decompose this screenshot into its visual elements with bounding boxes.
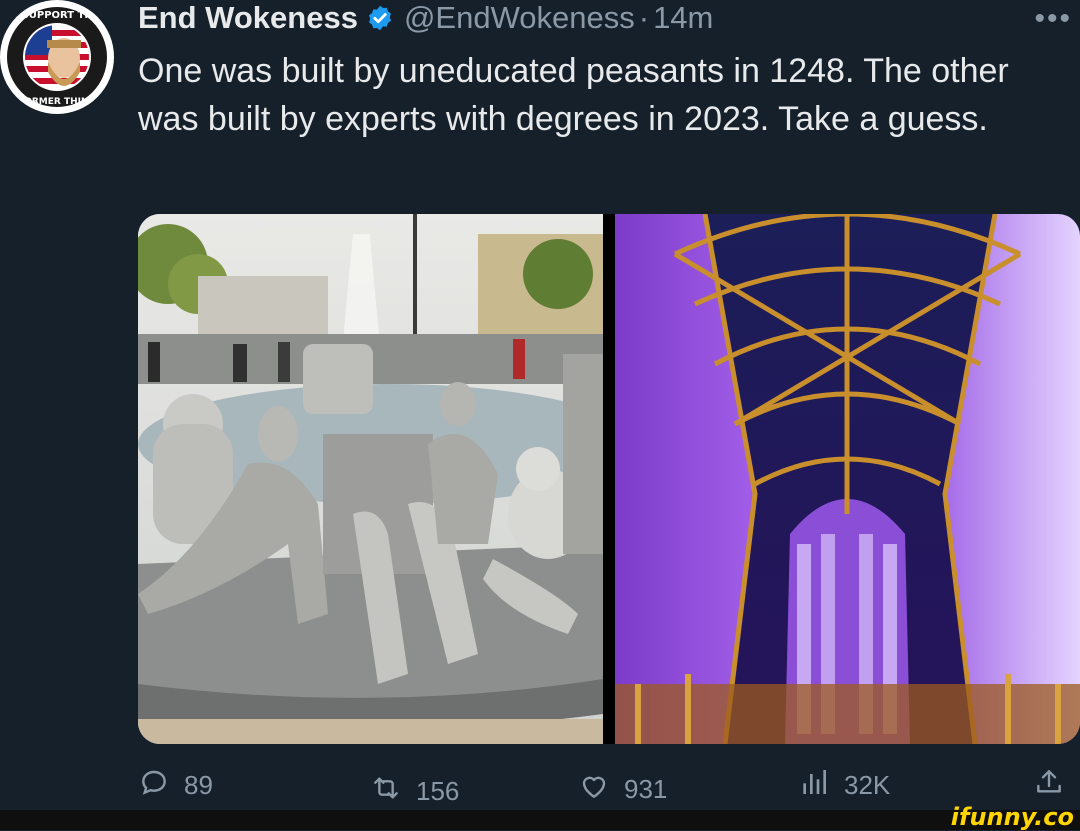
reply-icon	[138, 766, 170, 805]
svg-text:I SUPPORT THE: I SUPPORT THE	[14, 10, 99, 21]
modern-sculpture-photo[interactable]	[138, 214, 603, 744]
heart-icon	[578, 770, 610, 809]
retweet-icon	[370, 772, 402, 811]
tweet-header: End Wokeness @EndWokeness · 14m	[138, 0, 713, 36]
gothic-chapel-photo[interactable]	[615, 214, 1080, 744]
retweet-count: 156	[416, 776, 460, 806]
avatar-logo-icon: I SUPPORT THE FORMER THING	[1, 1, 113, 113]
share-button[interactable]	[1033, 766, 1065, 805]
separator-dot: ·	[638, 0, 650, 35]
watermark-bar	[0, 810, 1080, 830]
views-button[interactable]: 32K	[798, 766, 890, 805]
reply-count: 89	[184, 770, 213, 800]
author-handle[interactable]: @EndWokeness	[404, 0, 635, 36]
verified-badge-icon	[366, 4, 394, 32]
author-display-name[interactable]: End Wokeness	[138, 0, 358, 36]
tweet-text: One was built by uneducated peasants in …	[138, 52, 1009, 138]
retweet-button[interactable]: 156	[370, 772, 459, 811]
views-icon	[798, 766, 830, 805]
tweet-action-bar: 89 156 931 32K	[138, 766, 1080, 814]
tweet-timestamp[interactable]: 14m	[653, 0, 713, 36]
like-button[interactable]: 931	[578, 770, 667, 809]
share-icon	[1033, 766, 1065, 805]
more-icon[interactable]: •••	[1034, 2, 1072, 36]
ifunny-watermark: ifunny.co	[950, 803, 1074, 831]
author-avatar[interactable]: I SUPPORT THE FORMER THING	[0, 0, 114, 114]
reply-button[interactable]: 89	[138, 766, 213, 805]
tweet-media[interactable]	[138, 214, 1080, 744]
views-count: 32K	[844, 770, 891, 800]
like-count: 931	[624, 774, 668, 804]
svg-text:FORMER THING: FORMER THING	[18, 97, 96, 107]
